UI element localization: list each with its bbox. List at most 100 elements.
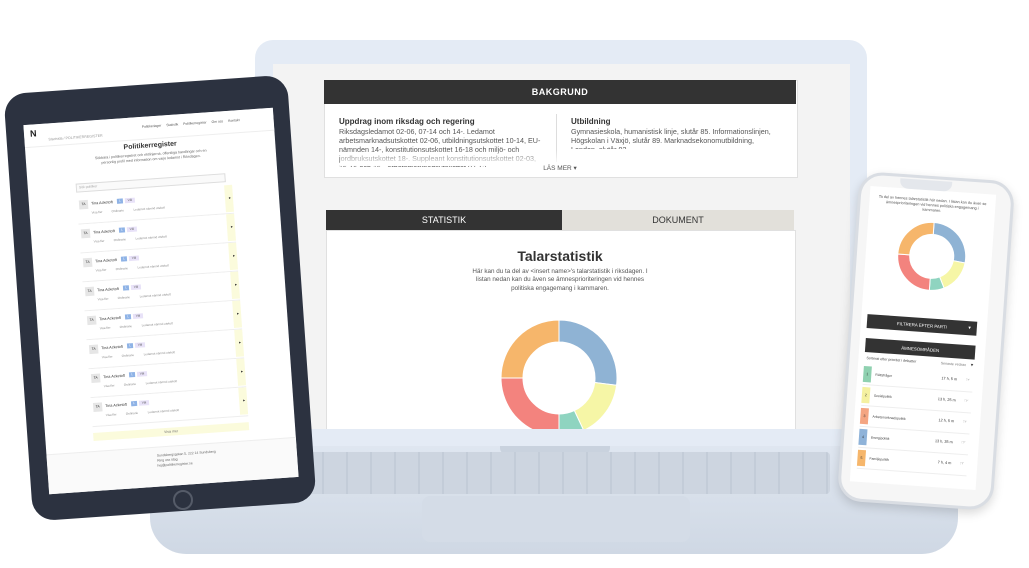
rank-badge: 5 <box>856 449 867 467</box>
donut-slice-5 <box>500 319 560 379</box>
speaking-time: 13 h, 35 m <box>934 439 953 445</box>
education-title: Utbildning <box>571 117 611 126</box>
speaking-time: 7 h, 4 m <box>937 460 952 466</box>
row-meta: Ledamot nämnd utskott <box>133 205 165 212</box>
row-meta: Ledamot nämnd utskott <box>135 234 168 241</box>
subject-list: 1 Rättsfrågor 17 h, 5 m ☞ 2 Socialpolitik 13 h… <box>856 363 974 477</box>
speaking-time: 17 h, 5 m <box>941 376 958 382</box>
speaking-time: 13 h, 25 m <box>937 397 956 403</box>
row-meta: Ordinarie <box>115 266 129 272</box>
tag-badge: Väl <box>138 400 150 406</box>
row-meta: Ledamot nämnd utskott <box>139 292 172 299</box>
party-badge: L <box>124 314 132 320</box>
row-meta: Visa fler <box>95 267 107 273</box>
laptop-keyboard <box>300 452 830 494</box>
donut-slice-5 <box>897 221 935 256</box>
rank-badge: 3 <box>859 407 869 425</box>
subject-name: Energipolitik <box>870 435 890 441</box>
tablet-screen: N Startsida / POLITIKERREGISTER Politike… <box>23 107 299 495</box>
politician-name: Tina Acketoft <box>103 373 126 380</box>
chevron-right-icon: ▸ <box>228 194 232 201</box>
tag-badge: Väl <box>136 371 148 377</box>
row-meta: Ledamot nämnd utskott <box>147 408 180 415</box>
screen-bezel-bottom <box>273 429 850 441</box>
tag-badge: Väl <box>132 313 144 319</box>
nav-item[interactable]: Politikerlager <box>142 124 162 129</box>
nav-item[interactable]: Politikerregister <box>183 120 207 126</box>
tablet-nav: Politikerlager Statistik Politikerregister… <box>142 118 240 129</box>
row-meta: Visa fler <box>91 209 103 215</box>
rank-badge: 1 <box>862 365 872 383</box>
row-meta: Ordinarie <box>113 237 127 243</box>
donut-slice-4 <box>500 377 560 430</box>
row-meta: Visa fler <box>99 325 111 331</box>
sort-value: Senaste veckan <box>940 361 967 368</box>
filter-party-dropdown[interactable]: FILTRERA EFTER PARTI ▾ <box>866 314 978 336</box>
chevron-right-icon: ▸ <box>238 339 242 345</box>
chevron-right-icon: ▸ <box>234 281 238 287</box>
nav-item[interactable]: Kontakt <box>228 118 240 123</box>
donut-slice-4 <box>897 253 931 291</box>
subject-name: Familjepolitik <box>869 456 890 462</box>
chevron-down-icon: ▾ <box>970 362 974 369</box>
chevron-right-icon: ▸ <box>240 368 244 374</box>
row-meta: Ledamot nämnd utskott <box>145 379 178 386</box>
avatar: TA <box>88 344 99 355</box>
speaking-time: 12 h, 5 m <box>938 418 955 424</box>
logo-icon: N <box>29 128 37 139</box>
avatar: TA <box>80 228 91 239</box>
pointer-icon: ☞ <box>964 398 969 405</box>
speaker-stats-description: Här kan du ta del av <insert name>'s tal… <box>472 268 648 292</box>
nav-item[interactable]: Om oss <box>211 119 223 124</box>
sort-label: Sorterat efter prioritet i debatter <box>866 356 917 364</box>
tab-statistics[interactable]: STATISTIK <box>326 210 562 230</box>
row-meta: Visa fler <box>103 383 115 389</box>
speaker-stats-title: Talarstatistik <box>517 248 603 264</box>
laptop-donut-chart <box>500 319 618 430</box>
row-meta: Visa fler <box>93 238 105 244</box>
politician-name: Tina Acketoft <box>94 257 117 264</box>
party-badge: L <box>116 198 124 204</box>
party-badge: L <box>122 285 130 291</box>
party-badge: L <box>118 227 126 233</box>
row-meta: Ordinarie <box>111 208 125 214</box>
row-meta: Visa fler <box>97 296 109 302</box>
donut-slice-1 <box>932 221 967 264</box>
search-placeholder: Sök politiker <box>78 184 98 190</box>
politician-list: TA Tina Acketoft L Väl Visa fler Ordinarie Led… <box>76 184 249 428</box>
avatar: TA <box>90 373 101 384</box>
tag-badge: Väl <box>130 284 142 291</box>
politician-name: Tina Acketoft <box>101 344 124 351</box>
background-heading: BAKGRUND <box>324 80 796 104</box>
donut-slice-1 <box>558 319 618 386</box>
tab-documents[interactable]: DOKUMENT <box>562 210 794 230</box>
pointer-icon: ☞ <box>965 377 971 384</box>
party-badge: L <box>130 400 138 407</box>
chevron-right-icon: ▸ <box>242 397 246 403</box>
row-meta: Ordinarie <box>119 324 133 329</box>
row-meta: Visa fler <box>101 354 113 360</box>
tag-badge: Väl <box>124 197 136 204</box>
avatar: TA <box>82 257 93 268</box>
pointer-icon: ☞ <box>962 418 968 426</box>
chevron-down-icon: ▾ <box>968 325 972 332</box>
chevron-right-icon: ▸ <box>236 310 240 316</box>
subject-name: Arbetsmarknadspolitik <box>872 414 906 421</box>
politician-name: Tina Acketoft <box>92 229 115 235</box>
avatar: TA <box>92 402 103 412</box>
politician-name: Tina Acketoft <box>98 315 122 322</box>
phone-intro: Ta del av hennes talarstatistik här neda… <box>878 194 987 213</box>
tablet-home-button[interactable] <box>173 490 193 510</box>
avatar: TA <box>86 315 97 326</box>
chevron-right-icon: ▸ <box>232 252 236 258</box>
row-meta: Ordinarie <box>125 410 139 416</box>
phone-screen: Ta del av hennes talarstatistik här neda… <box>849 185 997 491</box>
party-badge: L <box>120 256 128 262</box>
read-more-link[interactable]: LÄS MER ▾ <box>520 164 600 172</box>
party-badge: L <box>128 371 136 378</box>
politician-name: Tina Acketoft <box>96 286 120 293</box>
assignments-title: Uppdrag inom riksdag och regering <box>339 117 475 126</box>
row-meta: Ledamot nämnd utskott <box>143 350 176 357</box>
rank-badge: 2 <box>861 386 871 404</box>
nav-item[interactable]: Statistik <box>166 122 178 127</box>
